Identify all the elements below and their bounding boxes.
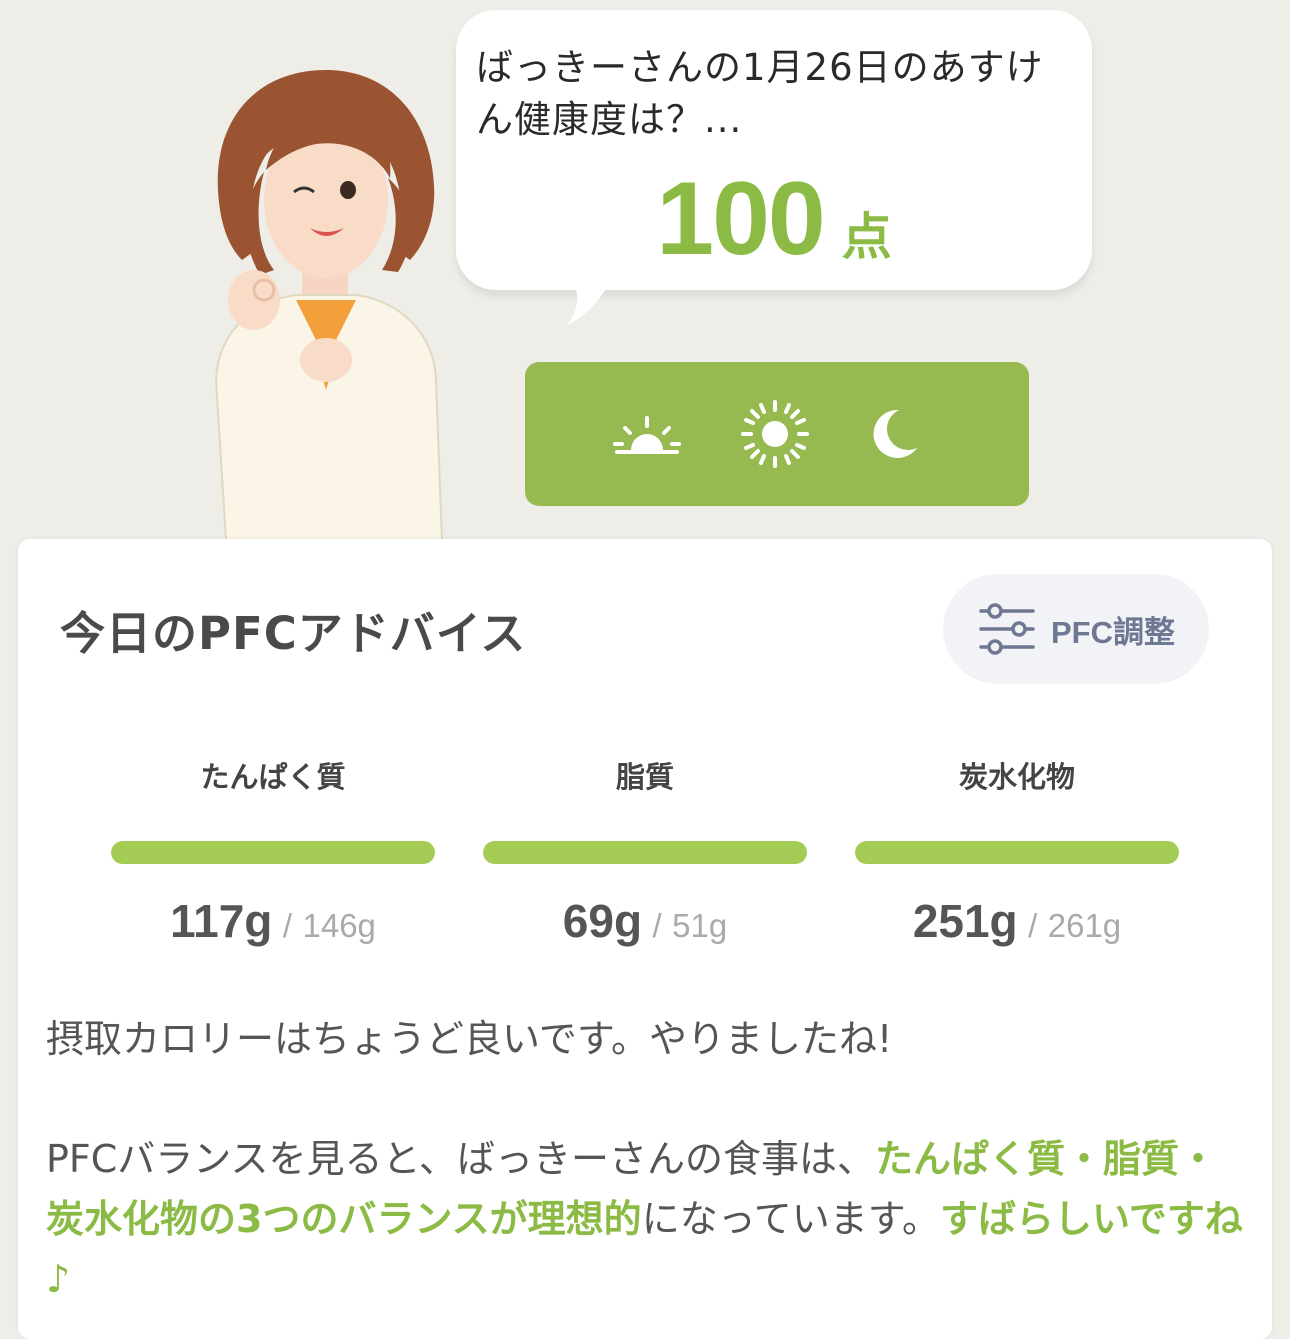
pfc-advice-card: 今日のPFCアドバイス PFC調整 たんぱく質 117g / 146g 脂質 6…	[18, 539, 1272, 1339]
macro-name: たんぱく質	[200, 760, 346, 794]
macro-target: 51g	[672, 907, 728, 944]
macro-name: 炭水化物	[958, 760, 1075, 794]
calorie-advice: 摂取カロリーはちょうど良いです。やりましたね!	[46, 1017, 893, 1061]
macro-target: 261g	[1047, 907, 1122, 944]
macro-actual: 69g	[562, 895, 643, 947]
score-value: 100	[656, 161, 826, 277]
macro-separator: /	[282, 907, 293, 944]
macro-fat: 脂質 69g / 51g	[483, 757, 807, 948]
macro-protein: たんぱく質 117g / 146g	[111, 757, 435, 948]
balance-advice-intro: PFCバランスを見ると、ばっきーさんの食事は、	[46, 1137, 876, 1181]
health-score-speech-bubble: ばっきーさんの1月26日のあすけん健康度は？... 100 点	[456, 10, 1092, 290]
score-unit: 点	[841, 208, 892, 266]
advice-text: 摂取カロリーはちょうど良いです。やりましたね! PFCバランスを見ると、ばっきー…	[46, 1009, 1246, 1309]
sunrise-icon[interactable]	[611, 398, 683, 470]
macro-separator: /	[1028, 907, 1038, 944]
bubble-message: ばっきーさんの1月26日のあすけん健康度は？...	[476, 46, 1044, 141]
macro-target: 146g	[302, 907, 376, 944]
health-score: 100 点	[456, 160, 1092, 279]
macro-progress-bar	[483, 841, 807, 864]
macro-actual: 117g	[170, 895, 273, 947]
pfc-adjust-button[interactable]: PFC調整	[943, 574, 1209, 684]
macro-separator: /	[652, 907, 662, 944]
bubble-tail	[566, 270, 616, 326]
macro-progress-bar	[111, 841, 435, 864]
macro-progress-bar	[855, 841, 1179, 864]
macro-carbohydrate: 炭水化物 251g / 261g	[855, 757, 1179, 948]
macro-name: 脂質	[615, 760, 674, 794]
macro-progress-fill	[855, 841, 1179, 864]
sun-icon[interactable]	[739, 398, 811, 470]
pfc-adjust-label: PFC調整	[1051, 614, 1175, 650]
advisor-character-illustration	[196, 60, 456, 541]
macro-actual: 251g	[912, 895, 1018, 947]
balance-advice: PFCバランスを見ると、ばっきーさんの食事は、たんぱく質・脂質・炭水化物の3つの…	[46, 1129, 1246, 1309]
moon-icon[interactable]	[859, 398, 931, 470]
balance-advice-middle: になっています。	[641, 1197, 940, 1241]
time-of-day-selector	[525, 362, 1029, 506]
sliders-icon	[979, 603, 1035, 655]
macro-progress-fill	[483, 841, 807, 864]
card-title: 今日のPFCアドバイス	[60, 607, 527, 660]
macro-progress-fill	[111, 841, 435, 864]
